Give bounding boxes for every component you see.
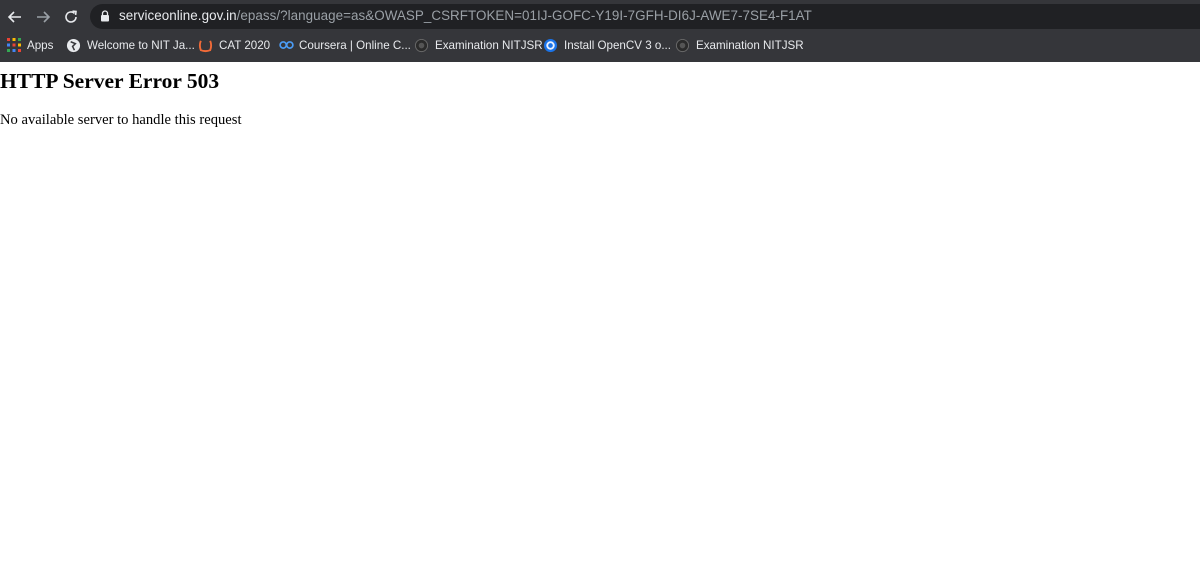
nit-logo-icon: [674, 37, 690, 53]
coursera-icon: [278, 37, 294, 53]
blue-circle-icon: [542, 37, 558, 53]
reload-icon: [65, 10, 77, 23]
bookmark-label: Examination NITJSR: [435, 38, 543, 52]
page-content: HTTP Server Error 503 No available serve…: [0, 62, 1200, 579]
bookmarks-bar: Apps Welcome to NIT Ja... CAT 2020 Cours…: [0, 33, 1200, 57]
bookmark-apps[interactable]: Apps: [6, 36, 53, 54]
bookmark-cat-2020[interactable]: CAT 2020: [197, 36, 270, 54]
bookmark-examination-nitjsr[interactable]: Examination NITJSR: [413, 36, 543, 54]
bookmark-welcome-nit[interactable]: Welcome to NIT Ja...: [65, 36, 195, 54]
bookmark-label: Install OpenCV 3 o...: [564, 38, 671, 52]
nit-logo-icon: [413, 37, 429, 53]
globe-icon: [65, 37, 81, 53]
bookmark-label: Apps: [27, 38, 54, 52]
error-message: No available server to handle this reque…: [0, 112, 242, 128]
browser-chrome: serviceonline.gov.in/epass/?language=as&…: [0, 0, 1200, 62]
address-bar[interactable]: serviceonline.gov.in/epass/?language=as&…: [90, 4, 1200, 29]
cat-logo-icon: [197, 37, 213, 53]
bookmark-label: Coursera | Online C...: [299, 38, 411, 52]
forward-button[interactable]: [32, 6, 54, 28]
arrow-right-icon: [37, 11, 51, 23]
back-button[interactable]: [4, 6, 26, 28]
bookmark-coursera[interactable]: Coursera | Online C...: [278, 36, 411, 54]
url-text: serviceonline.gov.in/epass/?language=as&…: [119, 8, 812, 23]
arrow-left-icon: [7, 11, 21, 23]
bookmark-examination-nitjsr-2[interactable]: Examination NITJSR: [674, 36, 804, 54]
browser-toolbar: serviceonline.gov.in/epass/?language=as&…: [0, 0, 1200, 32]
bookmark-label: Examination NITJSR: [696, 38, 804, 52]
bookmark-label: Welcome to NIT Ja...: [87, 38, 195, 52]
url-host: serviceonline.gov.in: [119, 8, 237, 23]
bookmark-label: CAT 2020: [219, 38, 271, 52]
url-path: /epass/?language=as&OWASP_CSRFTOKEN=01IJ…: [236, 8, 812, 23]
error-heading: HTTP Server Error 503: [0, 69, 220, 93]
lock-icon: [101, 10, 109, 22]
reload-button[interactable]: [60, 6, 82, 28]
bookmark-install-opencv[interactable]: Install OpenCV 3 o...: [542, 36, 671, 54]
apps-grid-icon: [6, 37, 22, 53]
